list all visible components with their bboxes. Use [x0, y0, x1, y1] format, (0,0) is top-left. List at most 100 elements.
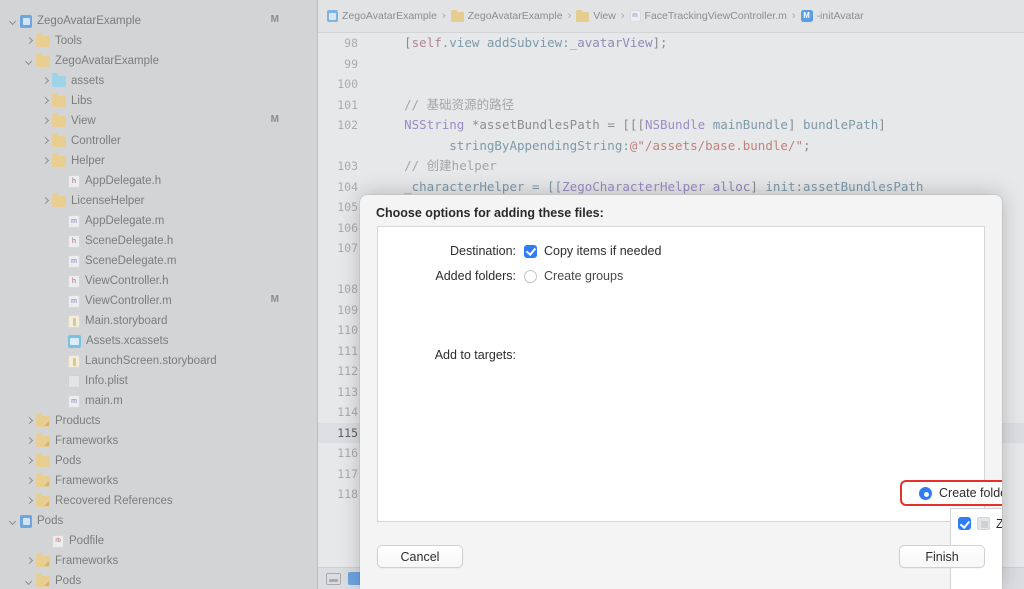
folder-icon [52, 193, 66, 207]
navigator-item[interactable]: Libs [0, 91, 317, 111]
navigator-item[interactable]: rb Podfile [0, 531, 317, 551]
disclosure-triangle-icon[interactable] [24, 456, 35, 467]
folder-ref-icon [36, 553, 50, 567]
navigator-item[interactable]: Pods [0, 511, 317, 531]
navigator-item[interactable]: Helper [0, 151, 317, 171]
breadcrumb-item[interactable]: m FaceTrackingViewController.m [629, 10, 787, 22]
breadcrumb-item[interactable]: M -initAvatar [800, 10, 864, 22]
minimap-toggle-icon[interactable] [326, 572, 341, 585]
disclosure-triangle-icon[interactable] [24, 436, 35, 447]
line-number: 101 [337, 97, 358, 112]
breadcrumb[interactable]: ZegoAvatarExample › ZegoAvatarExample › View… [318, 0, 1024, 33]
objc-file-icon: m [629, 10, 641, 22]
navigator-item[interactable]: Assets.xcassets [0, 331, 317, 351]
navigator-item[interactable]: Pods [0, 571, 317, 589]
navigator-item[interactable]: m SceneDelegate.m [0, 251, 317, 271]
disclosure-triangle-icon[interactable] [40, 196, 51, 207]
navigator-item[interactable]: Pods [0, 451, 317, 471]
navigator-item[interactable]: Frameworks [0, 551, 317, 571]
navigator-item[interactable]: Frameworks [0, 471, 317, 491]
navigator-item-label: Frameworks [55, 435, 119, 447]
breadcrumb-item[interactable]: View [576, 9, 616, 22]
code-line[interactable]: 103 // 创建helper [318, 156, 1024, 177]
disclosure-triangle-icon[interactable] [24, 556, 35, 567]
navigator-item-label: AppDelegate.m [85, 215, 165, 227]
code-line[interactable]: 100 [318, 74, 1024, 95]
create-folder-references-row[interactable]: Create folder references [902, 482, 1002, 504]
destination-row: Destination: Copy items if needed [378, 244, 661, 258]
navigator-item-label: Frameworks [55, 555, 119, 567]
cancel-button[interactable]: Cancel [377, 545, 463, 568]
disclosure-triangle-icon[interactable] [24, 576, 35, 587]
navigator-item[interactable]: View M [0, 111, 317, 131]
navigator-item-label: LicenseHelper [71, 195, 145, 207]
breadcrumb-separator: › [567, 10, 572, 22]
code-line[interactable]: 104 _characterHelper = [[ZegoCharacterHe… [318, 177, 1024, 198]
folder-icon [36, 453, 50, 467]
navigator-item[interactable]: Main.storyboard [0, 311, 317, 331]
navigator-item[interactable]: m AppDelegate.m [0, 211, 317, 231]
navigator-item[interactable]: assets [0, 71, 317, 91]
disclosure-triangle-icon[interactable] [40, 116, 51, 127]
project-icon [20, 514, 32, 528]
code-line[interactable]: stringByAppendingString:@"/assets/base.b… [318, 136, 1024, 157]
code-line[interactable]: 99 [318, 54, 1024, 75]
navigator-item[interactable]: h ViewController.h [0, 271, 317, 291]
code-text: [self.view addSubview:_avatarView]; [374, 35, 668, 50]
dialog-options-panel: Destination: Copy items if needed Added … [377, 226, 985, 522]
navigator-item[interactable]: ZegoAvatarExample [0, 51, 317, 71]
disclosure-triangle-icon[interactable] [40, 76, 51, 87]
disclosure-triangle-icon[interactable] [40, 96, 51, 107]
navigator-item-label: Pods [37, 515, 64, 527]
breadcrumb-item-label: -initAvatar [816, 10, 864, 22]
plist-icon [68, 374, 80, 388]
navigator-item[interactable]: Frameworks [0, 431, 317, 451]
navigator-item[interactable]: LicenseHelper [0, 191, 317, 211]
navigator-item[interactable]: ZegoAvatarExample M [0, 11, 317, 31]
method-icon: M [800, 10, 813, 22]
code-line[interactable]: 102 NSString *assetBundlesPath = [[[NSBu… [318, 115, 1024, 136]
navigator-item[interactable]: Recovered References [0, 491, 317, 511]
header-file-icon: h [68, 234, 80, 248]
navigator-item-label: assets [71, 75, 105, 87]
disclosure-triangle-icon[interactable] [24, 476, 35, 487]
disclosure-triangle-icon[interactable] [8, 516, 19, 527]
folder-icon [52, 113, 66, 127]
code-line[interactable]: 98 [self.view addSubview:_avatarView]; [318, 33, 1024, 54]
scm-status-badge: M [270, 14, 279, 25]
target-checkbox[interactable] [958, 517, 971, 530]
navigator-item[interactable]: h AppDelegate.h [0, 171, 317, 191]
breadcrumb-item[interactable]: ZegoAvatarExample [327, 10, 437, 22]
disclosure-triangle-icon[interactable] [24, 36, 35, 47]
navigator-item[interactable]: Controller [0, 131, 317, 151]
navigator-item-label: ZegoAvatarExample [37, 15, 141, 27]
code-line[interactable]: 101 // 基础资源的路径 [318, 95, 1024, 116]
navigator-item[interactable]: h SceneDelegate.h [0, 231, 317, 251]
disclosure-triangle-icon[interactable] [24, 496, 35, 507]
disclosure-triangle-icon[interactable] [8, 16, 19, 27]
navigator-item[interactable]: LaunchScreen.storyboard [0, 351, 317, 371]
navigator-item[interactable]: m ViewController.m M [0, 291, 317, 311]
navigator-item-label: ViewController.m [85, 295, 172, 307]
breadcrumb-item[interactable]: ZegoAvatarExample [450, 9, 563, 22]
create-groups-radio[interactable] [524, 269, 537, 283]
navigator-item-label: View [71, 115, 96, 127]
project-navigator[interactable]: ZegoAvatarExample M Tools ZegoAvatarExample… [0, 0, 318, 589]
navigator-item[interactable]: Products [0, 411, 317, 431]
disclosure-triangle-icon[interactable] [24, 56, 35, 67]
finish-button[interactable]: Finish [899, 545, 985, 568]
copy-items-checkbox[interactable] [524, 244, 537, 258]
navigator-item[interactable]: m main.m [0, 391, 317, 411]
navigator-item[interactable]: Tools [0, 31, 317, 51]
disclosure-triangle-icon[interactable] [40, 136, 51, 147]
disclosure-triangle-icon[interactable] [24, 416, 35, 427]
create-folder-references-radio[interactable] [919, 486, 932, 500]
target-list-item[interactable]: ZegoAvatarExample [951, 513, 1002, 534]
annotation-highlight-box: Create folder references [900, 480, 1002, 506]
dialog-title: Choose options for adding these files: [376, 206, 604, 220]
disclosure-triangle-icon[interactable] [40, 156, 51, 167]
navigator-item[interactable]: Info.plist [0, 371, 317, 391]
